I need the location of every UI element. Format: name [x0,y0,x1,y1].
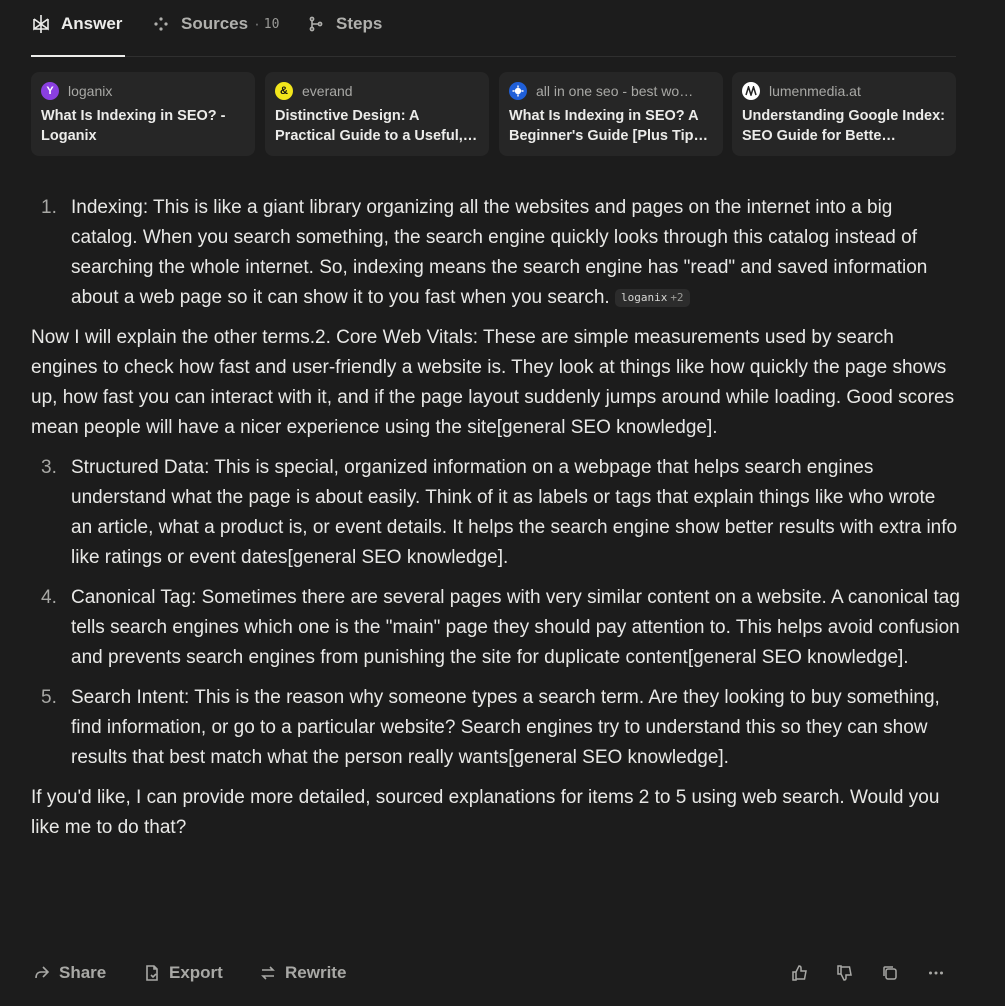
thumbs-up-button[interactable] [789,962,811,984]
citation-source: loganix [620,291,668,304]
source-cards: Y loganix What Is Indexing in SEO? - Log… [31,72,956,156]
source-site-name: loganix [68,83,113,99]
paragraph: Now I will explain the other terms.2. Co… [31,327,955,438]
tab-sources[interactable]: Sources · 10 [151,12,279,36]
separator-dot: · [254,14,260,33]
perplexity-logo-icon [31,14,51,34]
more-options-button[interactable] [925,962,947,984]
citation-more: +2 [670,291,684,304]
answer-tabs: Answer Sources · 10 Steps [31,0,956,57]
lumenmedia-logo-icon [742,82,760,100]
rewrite-label: Rewrite [285,963,347,982]
sources-icon [151,14,171,34]
answer-body: 1. Indexing: This is like a giant librar… [31,193,961,843]
list-item-text: Structured Data: This is special, organi… [71,457,958,568]
source-site: lumenmedia.at [742,81,946,101]
source-card[interactable]: all in one seo - best wo… What Is Indexi… [499,72,723,156]
tab-sources-label: Sources [181,14,249,33]
loganix-logo-icon: Y [41,82,59,100]
source-title: Distinctive Design: A Practical Guide to… [275,108,478,144]
aioseo-logo-icon [509,82,527,100]
list-number: 1. [41,197,57,218]
sources-count: 10 [263,16,280,32]
list-number: 3. [41,457,57,478]
share-label: Share [59,963,107,982]
tab-answer-label: Answer [61,14,123,33]
list-item-text: Indexing: This is like a giant library o… [71,197,928,308]
active-tab-underline [31,55,125,57]
source-title: What Is Indexing in SEO? A Beginner's Gu… [509,108,708,144]
source-site-name: everand [302,83,353,99]
list-item: 4. Canonical Tag: Sometimes there are se… [31,583,961,673]
tab-steps[interactable]: Steps [306,12,382,36]
export-label: Export [169,963,223,982]
share-button[interactable]: Share [33,960,106,986]
closing-paragraph: If you'd like, I can provide more detail… [31,787,940,838]
source-site: all in one seo - best wo… [509,81,713,101]
rewrite-button[interactable]: Rewrite [259,960,346,986]
citation-badge[interactable]: loganix +2 [614,289,690,307]
more-icon [929,971,943,975]
list-item-text: Canonical Tag: Sometimes there are sever… [71,587,960,668]
thumbs-down-icon [837,965,852,981]
source-card[interactable]: & everand Distinctive Design: A Practica… [265,72,489,156]
share-icon [35,966,50,979]
source-title: What Is Indexing in SEO? - Loganix [41,108,226,144]
source-site: & everand [275,81,479,101]
source-card[interactable]: lumenmedia.at Understanding Google Index… [732,72,956,156]
everand-logo-icon: & [275,82,293,100]
export-icon [146,965,158,981]
steps-icon [306,14,326,34]
thumbs-down-button[interactable] [834,962,856,984]
thumbs-up-icon [792,965,807,981]
source-card[interactable]: Y loganix What Is Indexing in SEO? - Log… [31,72,255,156]
source-site-name: all in one seo - best wo… [536,83,694,99]
list-number: 5. [41,687,57,708]
list-item: 3. Structured Data: This is special, org… [31,453,961,573]
tab-steps-label: Steps [336,14,383,33]
source-site-name: lumenmedia.at [769,83,861,99]
rewrite-icon [261,966,275,980]
source-title: Understanding Google Index: SEO Guide fo… [742,108,946,144]
list-item: 5. Search Intent: This is the reason why… [31,683,961,773]
export-button[interactable]: Export [143,960,223,986]
copy-button[interactable] [879,962,901,984]
source-site: Y loganix [41,81,245,101]
action-bar: Share Export Rewrite [31,960,956,986]
copy-icon [883,966,897,980]
list-number: 4. [41,587,57,608]
list-item: 1. Indexing: This is like a giant librar… [31,193,961,313]
list-item-text: Search Intent: This is the reason why so… [71,687,940,768]
tab-answer[interactable]: Answer [31,12,122,36]
